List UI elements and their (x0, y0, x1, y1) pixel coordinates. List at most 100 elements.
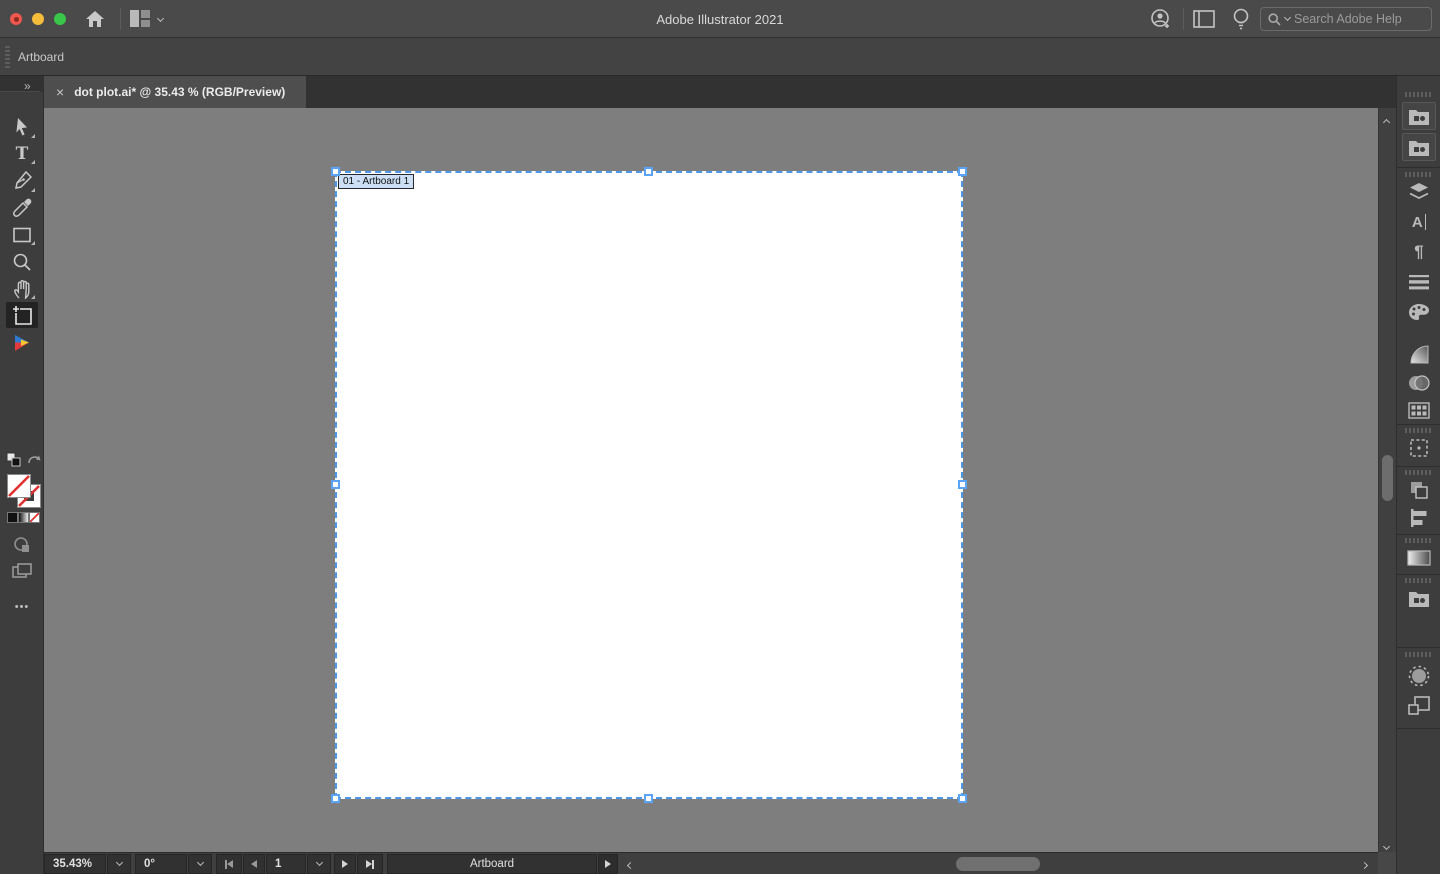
drawing-mode-button[interactable] (6, 532, 38, 558)
vertical-scrollbar[interactable] (1378, 108, 1396, 852)
selection-tool[interactable] (6, 115, 38, 141)
gradient-button[interactable] (18, 512, 29, 523)
grip-dots[interactable] (1405, 428, 1433, 433)
status-value: Artboard (469, 858, 515, 870)
handle-middle-right[interactable] (958, 480, 967, 489)
panel-separator (1397, 728, 1440, 729)
rotation-dropdown[interactable] (188, 854, 212, 874)
handle-bottom-left[interactable] (331, 794, 340, 803)
scroll-up-button[interactable] (1382, 114, 1391, 128)
panel-artboards[interactable] (1403, 692, 1435, 720)
rectangle-tool[interactable] (6, 222, 38, 248)
horizontal-scrollbar-thumb[interactable] (956, 857, 1040, 871)
tab-close-button[interactable]: × (56, 84, 64, 100)
discover-button[interactable] (1230, 6, 1252, 32)
none-button[interactable] (29, 512, 40, 523)
pen-tool[interactable] (6, 169, 38, 195)
panel-separator (1397, 167, 1440, 168)
artboard-tool[interactable] (6, 302, 38, 328)
panel-gradient-annotator[interactable] (1403, 544, 1435, 572)
panel-pathfinder[interactable] (1403, 476, 1435, 504)
edit-toolbar-button[interactable]: ••• (6, 594, 38, 620)
scroll-right-button[interactable] (1360, 859, 1369, 871)
vertical-scrollbar-thumb[interactable] (1382, 455, 1393, 501)
panel-layers[interactable] (1403, 178, 1435, 206)
fill-swatch-none[interactable] (7, 474, 31, 498)
panel-properties[interactable] (1403, 434, 1435, 462)
grip-dots[interactable] (1405, 652, 1433, 657)
panel-transparency[interactable] (1403, 369, 1435, 397)
account-button[interactable] (1149, 7, 1173, 31)
workspace-switcher[interactable] (130, 10, 165, 27)
panel-align[interactable] (1403, 504, 1435, 532)
hand-tool[interactable] (6, 276, 38, 302)
status-menu-button[interactable] (598, 854, 618, 874)
grip-dots[interactable] (1405, 470, 1433, 475)
zoom-level-field[interactable]: 35.43% (44, 854, 106, 874)
swap-fill-stroke-button[interactable] (27, 452, 41, 466)
character-icon: A (1411, 213, 1423, 231)
panel-paragraph[interactable]: ¶ (1403, 238, 1435, 266)
panel-swatches[interactable] (1403, 396, 1435, 424)
handle-top-right[interactable] (958, 167, 967, 176)
handle-bottom-right[interactable] (958, 794, 967, 803)
grip-dots[interactable] (1405, 578, 1433, 583)
previous-artboard-button[interactable] (243, 854, 265, 874)
artboard-nav-field[interactable]: 1 (266, 854, 306, 874)
chevron-down-icon (315, 858, 323, 867)
handle-top-center[interactable] (644, 167, 653, 176)
artboard[interactable]: 01 - Artboard 1 (331, 167, 967, 803)
grip-dots[interactable] (1405, 92, 1433, 97)
panel-gradient[interactable] (1403, 340, 1435, 368)
minimize-window-button[interactable] (32, 13, 44, 25)
libraries-icon (1409, 141, 1429, 156)
panel-libraries-3[interactable] (1403, 584, 1435, 612)
handle-bottom-center[interactable] (644, 794, 653, 803)
panel-libraries[interactable] (1402, 102, 1436, 130)
rotation-field[interactable]: 0° (135, 854, 187, 874)
eyedropper-icon (13, 198, 32, 217)
document-tab[interactable]: × dot plot.ai* @ 35.43 % (RGB/Preview) (44, 76, 306, 108)
account-add-icon (1151, 9, 1169, 28)
zoom-tool[interactable] (6, 249, 38, 275)
zoom-level-dropdown[interactable] (107, 854, 131, 874)
scroll-down-button[interactable] (1382, 838, 1391, 852)
first-artboard-button[interactable] (216, 854, 242, 874)
home-icon (86, 11, 104, 27)
artboard-nav-dropdown[interactable] (307, 854, 331, 874)
handle-top-left[interactable] (331, 167, 340, 176)
type-tool[interactable]: T (6, 141, 38, 167)
panel-asset-export[interactable] (1403, 662, 1435, 690)
home-button[interactable] (84, 8, 106, 30)
grip-dots[interactable] (1405, 172, 1433, 177)
close-window-button[interactable] (10, 13, 22, 25)
transparency-icon (1409, 375, 1430, 391)
zoom-window-button[interactable] (54, 13, 66, 25)
asset-gradient-tool[interactable] (6, 330, 38, 356)
grip-dots[interactable] (1405, 538, 1433, 543)
canvas[interactable]: 01 - Artboard 1 (44, 108, 1378, 852)
selection-arrow-icon (16, 118, 27, 136)
next-artboard-button[interactable] (334, 854, 356, 874)
triangle-left-icon (251, 860, 257, 868)
eyedropper-tool[interactable] (6, 195, 38, 221)
panel-character[interactable]: A (1403, 208, 1435, 236)
panel-color[interactable] (1403, 298, 1435, 326)
drawing-mode-icon (14, 537, 29, 552)
libraries-icon (1409, 110, 1429, 125)
default-fill-stroke-button[interactable] (6, 452, 21, 467)
screen-mode-button[interactable] (6, 558, 38, 584)
arrange-documents-button[interactable] (1192, 8, 1216, 30)
pathfinder-icon (1411, 482, 1428, 499)
help-search-input[interactable]: Search Adobe Help (1260, 7, 1432, 31)
zoom-magnifier-icon (13, 253, 31, 271)
panel-libraries-2[interactable] (1402, 133, 1436, 161)
handle-middle-left[interactable] (331, 480, 340, 489)
artboard-name-tag[interactable]: 01 - Artboard 1 (338, 174, 415, 189)
last-artboard-button[interactable] (357, 854, 383, 874)
status-display[interactable]: Artboard (387, 854, 597, 874)
scroll-left-button[interactable] (626, 859, 635, 871)
panel-stroke[interactable] (1403, 268, 1435, 296)
controlbar-grip[interactable] (5, 46, 10, 68)
color-button[interactable] (7, 512, 18, 523)
